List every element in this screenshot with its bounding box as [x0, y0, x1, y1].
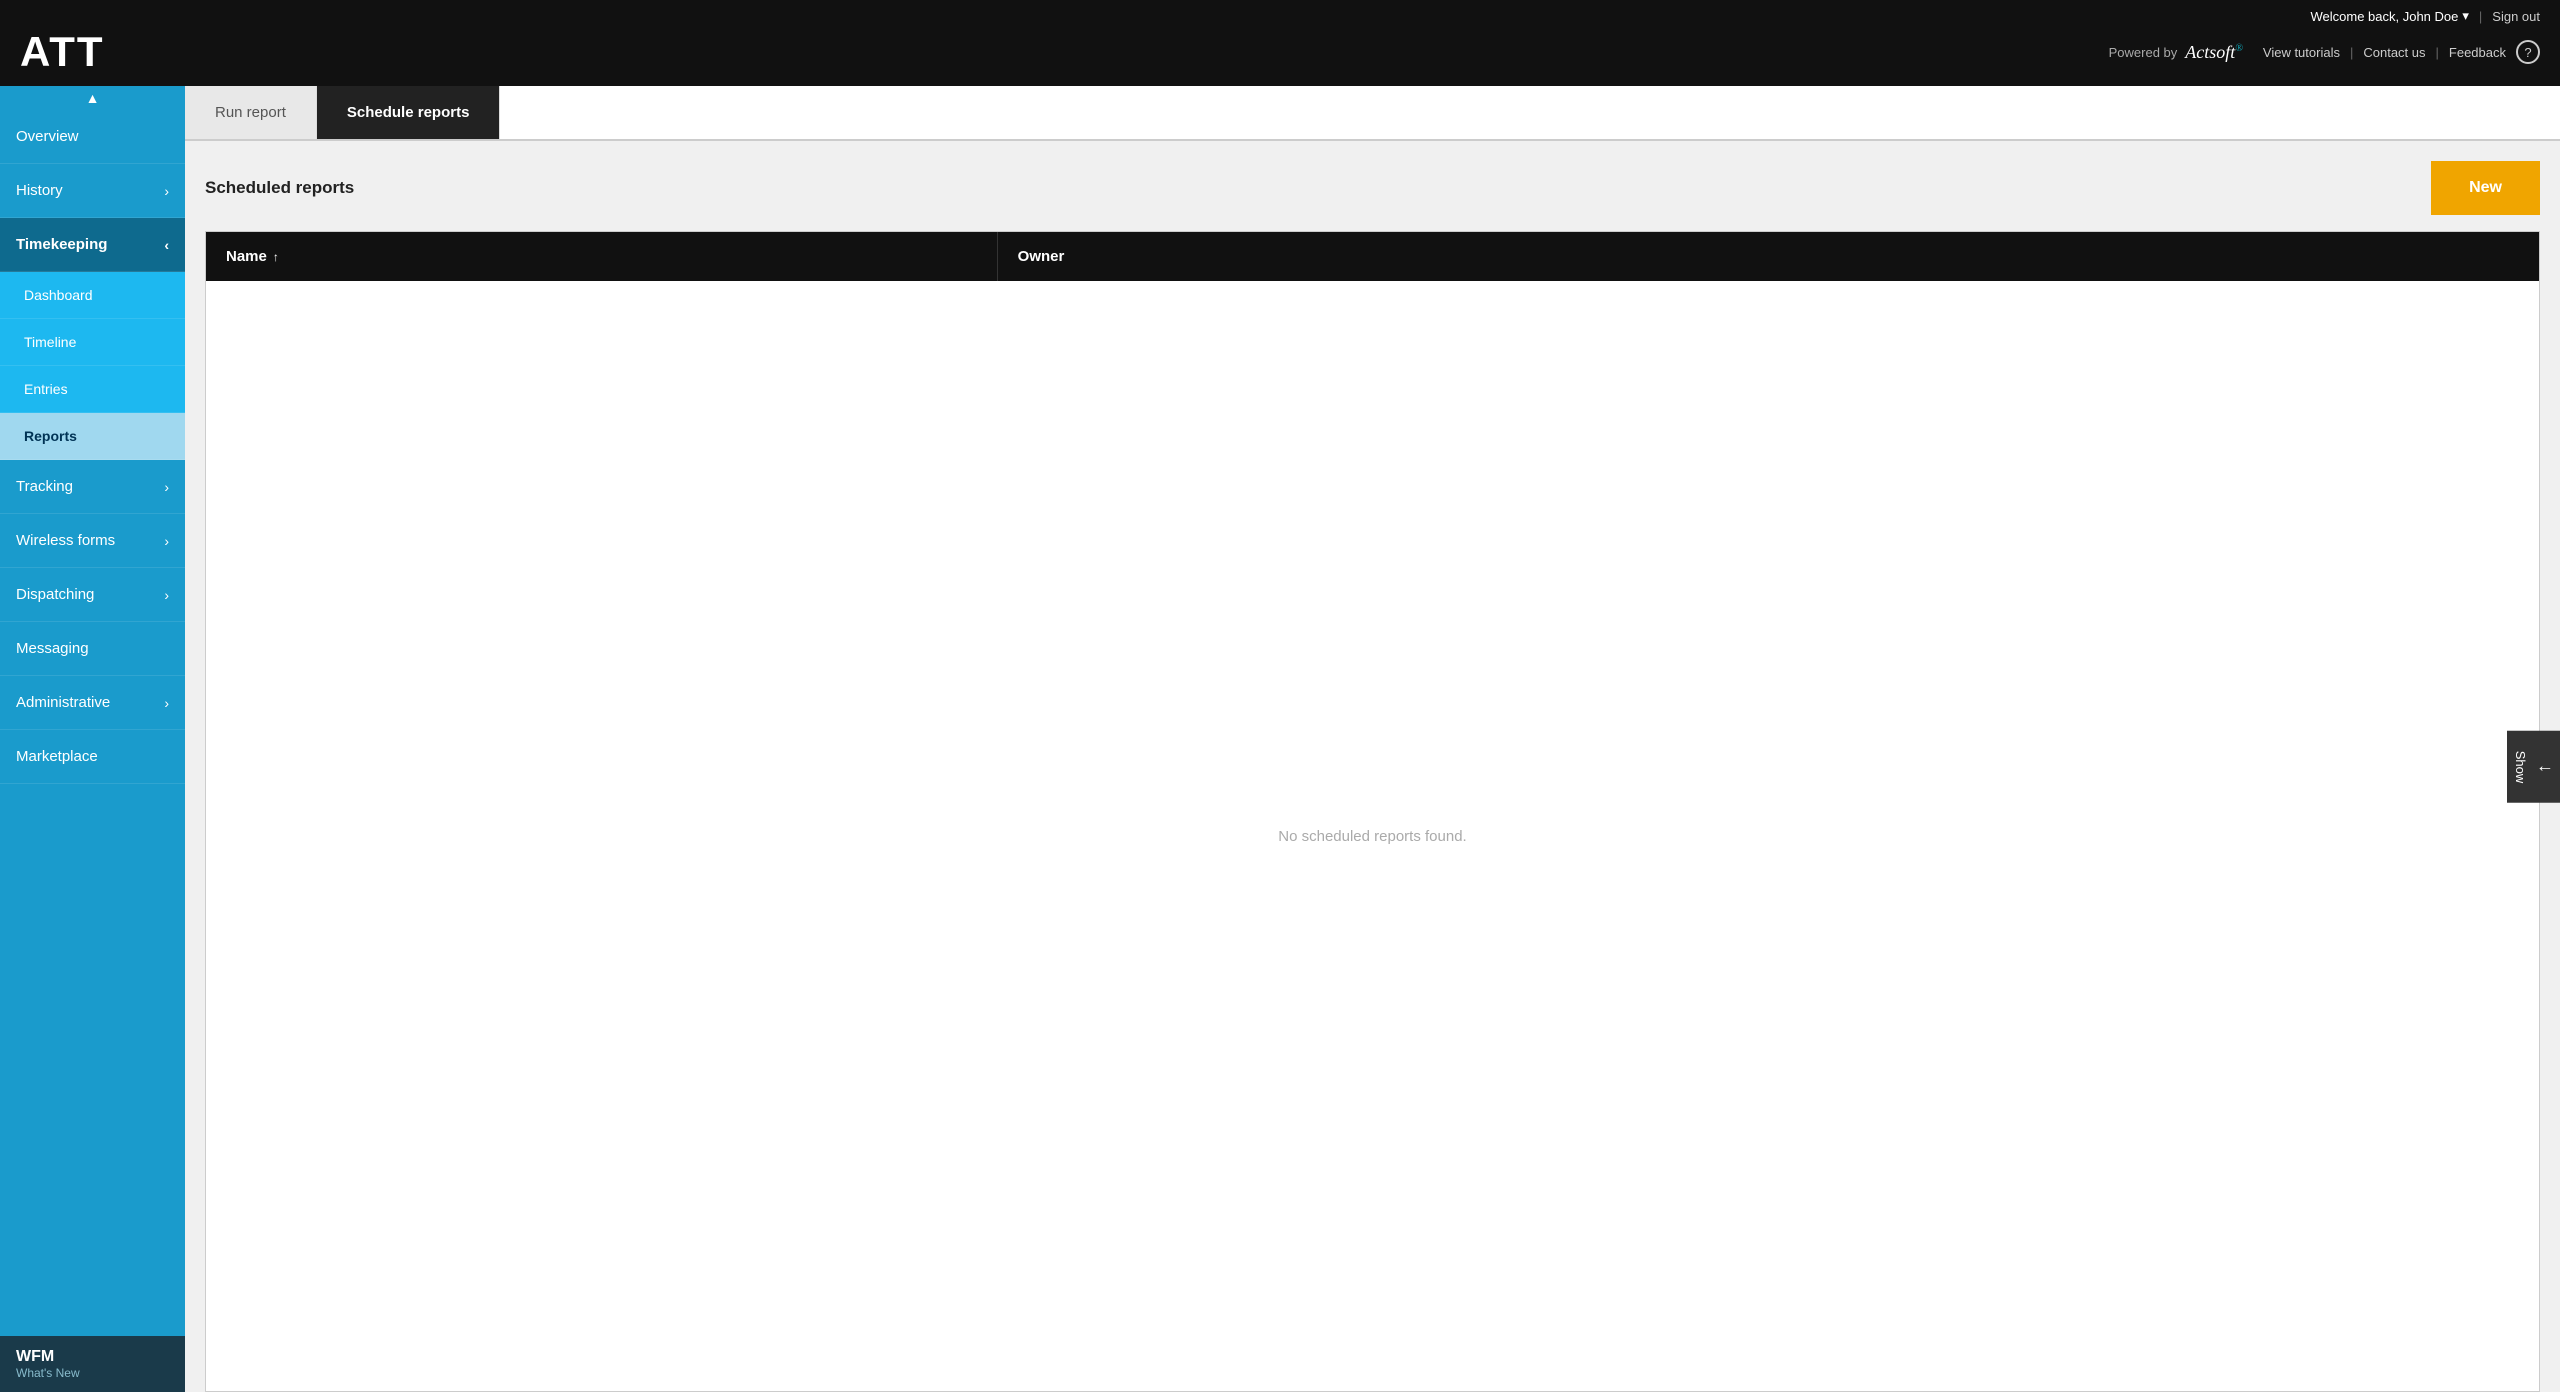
table-body: No scheduled reports found.	[206, 281, 2539, 1391]
sidebar-item-dashboard[interactable]: Dashboard	[0, 272, 185, 319]
column-owner-label: Owner	[1018, 248, 1065, 265]
sidebar-item-wireless-forms[interactable]: Wireless forms ›	[0, 514, 185, 568]
new-button[interactable]: New	[2436, 166, 2535, 210]
chevron-right-icon-admin: ›	[164, 695, 169, 711]
sidebar-item-timeline[interactable]: Timeline	[0, 319, 185, 366]
powered-by-text: Powered by	[2109, 45, 2178, 60]
column-name[interactable]: Name ↑	[206, 232, 998, 281]
logo: ATT	[20, 28, 105, 76]
divider-1: |	[2479, 9, 2482, 24]
sidebar-history-label: History	[16, 182, 63, 199]
header-top: Welcome back, John Doe ▾ | Sign out	[20, 0, 2540, 28]
sidebar-item-messaging[interactable]: Messaging	[0, 622, 185, 676]
column-name-label: Name	[226, 248, 267, 265]
sidebar-messaging-label: Messaging	[16, 640, 89, 657]
side-tab[interactable]: ← Show	[2507, 730, 2560, 803]
actsoft-logo: Actsoft®	[2185, 42, 2243, 63]
side-tab-label: Show	[2513, 750, 2528, 783]
divider-2: |	[2350, 45, 2353, 60]
sidebar-marketplace-label: Marketplace	[16, 748, 98, 765]
sidebar-bottom: WFM What's New	[0, 1336, 185, 1392]
main-layout: ▲ Overview History › Timekeeping ‹ Dashb…	[0, 86, 2560, 1392]
sign-out-link[interactable]: Sign out	[2492, 9, 2540, 24]
tabs-bar: Run report Schedule reports	[185, 86, 2560, 141]
chevron-right-icon: ›	[164, 183, 169, 199]
sidebar-dashboard-label: Dashboard	[24, 287, 93, 303]
sidebar-wireless-forms-label: Wireless forms	[16, 532, 115, 549]
sidebar-tracking-label: Tracking	[16, 478, 73, 495]
sidebar-item-overview[interactable]: Overview	[0, 110, 185, 164]
chevron-right-icon-wireless: ›	[164, 533, 169, 549]
welcome-area: Welcome back, John Doe ▾	[2310, 8, 2468, 24]
welcome-text: Welcome back, John Doe	[2310, 9, 2458, 24]
sidebar-timeline-label: Timeline	[24, 334, 76, 350]
contact-us-link[interactable]: Contact us	[2363, 45, 2425, 60]
sidebar-overview-label: Overview	[16, 128, 79, 145]
sort-icon: ↑	[273, 250, 279, 264]
empty-message: No scheduled reports found.	[1278, 828, 1466, 845]
content-area: Run report Schedule reports Scheduled re…	[185, 86, 2560, 1392]
sidebar-entries-label: Entries	[24, 381, 68, 397]
sidebar-scroll-up[interactable]: ▲	[0, 86, 185, 110]
content-header: Scheduled reports New	[205, 161, 2540, 215]
powered-by: Powered by Actsoft®	[2109, 42, 2243, 63]
sidebar-item-tracking[interactable]: Tracking ›	[0, 460, 185, 514]
sidebar-dispatching-label: Dispatching	[16, 586, 94, 603]
sidebar-item-timekeeping[interactable]: Timekeeping ‹	[0, 218, 185, 272]
header-links: View tutorials | Contact us | Feedback ?	[2263, 40, 2540, 64]
feedback-link[interactable]: Feedback	[2449, 45, 2506, 60]
help-icon: ?	[2524, 45, 2531, 60]
chevron-right-icon-dispatching: ›	[164, 587, 169, 603]
tab-run-report[interactable]: Run report	[185, 86, 317, 139]
sidebar-item-history[interactable]: History ›	[0, 164, 185, 218]
sidebar-item-reports[interactable]: Reports	[0, 413, 185, 460]
tab-schedule-reports[interactable]: Schedule reports	[317, 86, 501, 139]
wfm-subtitle: What's New	[16, 1366, 169, 1380]
header-bottom: ATT Powered by Actsoft® View tutorials |…	[20, 28, 2540, 86]
content-main: Scheduled reports New Name ↑ Owner No sc	[185, 141, 2560, 1392]
sidebar-administrative-label: Administrative	[16, 694, 110, 711]
sidebar-item-entries[interactable]: Entries	[0, 366, 185, 413]
table-container: Name ↑ Owner No scheduled reports found.	[205, 231, 2540, 1392]
side-tab-arrow-icon: ←	[2536, 756, 2554, 777]
sidebar: ▲ Overview History › Timekeeping ‹ Dashb…	[0, 86, 185, 1392]
sidebar-timekeeping-label: Timekeeping	[16, 236, 107, 253]
view-tutorials-link[interactable]: View tutorials	[2263, 45, 2340, 60]
tab-run-report-label: Run report	[215, 104, 286, 121]
column-owner: Owner	[998, 232, 2539, 281]
table-header: Name ↑ Owner	[206, 232, 2539, 281]
help-button[interactable]: ?	[2516, 40, 2540, 64]
new-button-wrapper: New	[2431, 161, 2540, 215]
sidebar-item-dispatching[interactable]: Dispatching ›	[0, 568, 185, 622]
wfm-title: WFM	[16, 1348, 169, 1366]
chevron-down-icon[interactable]: ▾	[2462, 8, 2469, 24]
sidebar-item-administrative[interactable]: Administrative ›	[0, 676, 185, 730]
chevron-right-icon-tracking: ›	[164, 479, 169, 495]
header: Welcome back, John Doe ▾ | Sign out ATT …	[0, 0, 2560, 86]
page-title: Scheduled reports	[205, 178, 354, 198]
divider-3: |	[2436, 45, 2439, 60]
sidebar-reports-label: Reports	[24, 428, 77, 444]
chevron-down-icon-timekeeping: ‹	[164, 237, 169, 253]
sidebar-item-marketplace[interactable]: Marketplace	[0, 730, 185, 784]
tab-schedule-reports-label: Schedule reports	[347, 104, 470, 121]
logo-area: ATT	[20, 28, 105, 76]
